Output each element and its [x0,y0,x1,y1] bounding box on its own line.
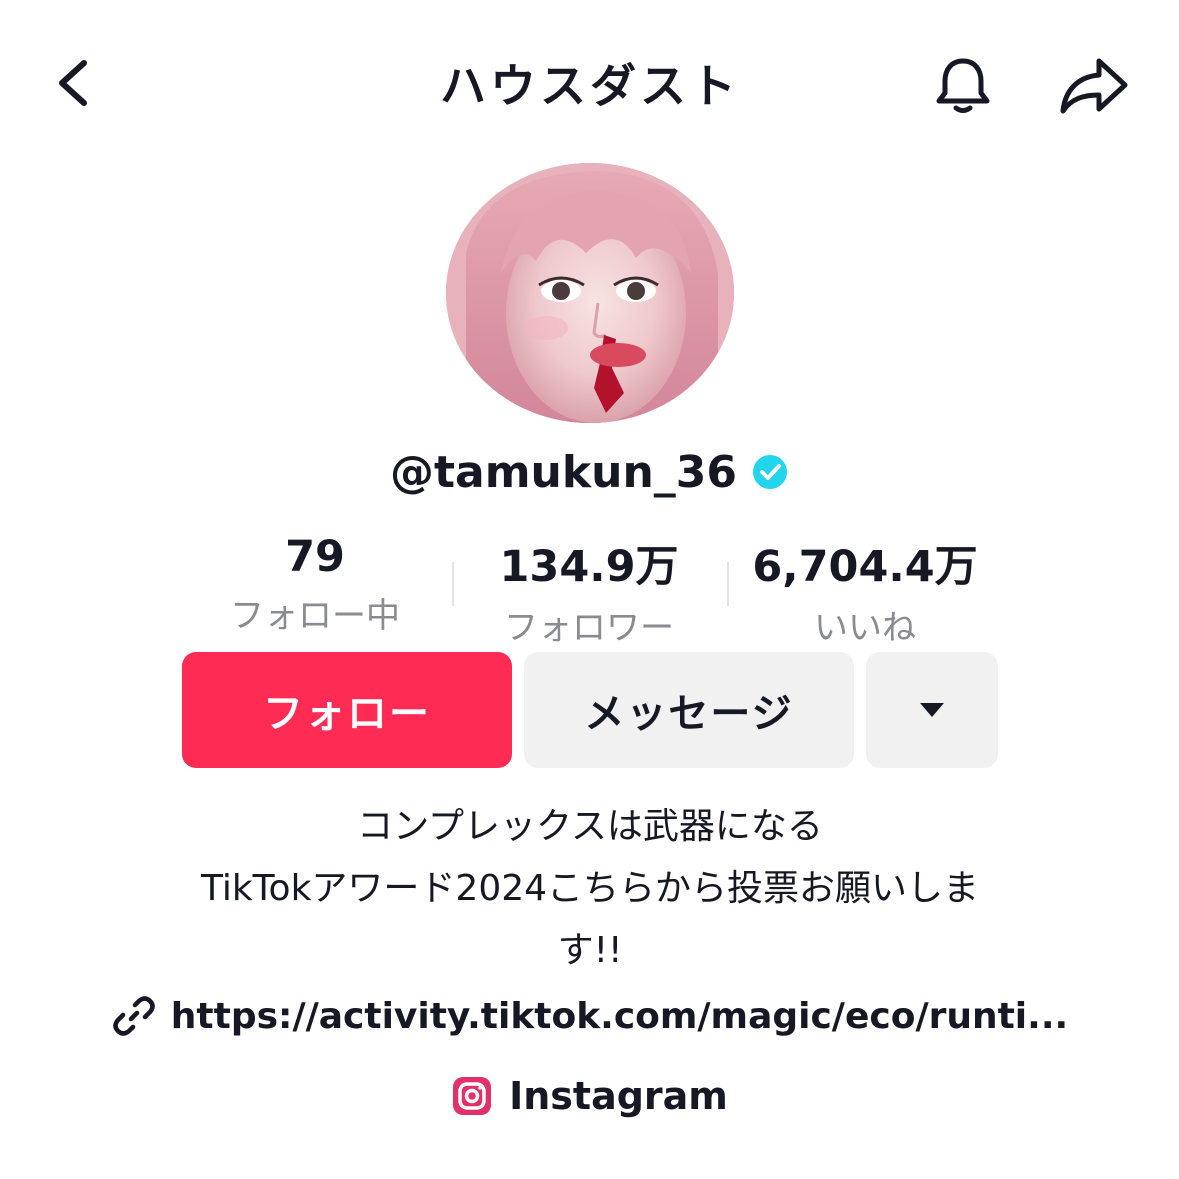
notification-bell-button[interactable] [926,48,1000,122]
bio-line: TikTokアワード2024こちらから投票お願いしま [200,868,980,909]
profile-stats: 79 フォロー中 134.9万 フォロワー 6,704.4万 いいね [0,532,1179,648]
stat-divider [727,562,729,606]
avatar[interactable] [446,163,734,423]
verified-badge-icon [753,455,788,489]
bio-link[interactable]: https://activity.tiktok.com/magic/eco/ru… [0,986,1179,1046]
back-button[interactable] [36,48,106,118]
followers-label: フォロワー [504,608,674,648]
stat-followers[interactable]: 134.9万 フォロワー [484,532,694,649]
stat-following[interactable]: 79 フォロー中 [210,532,420,637]
likes-count: 6,704.4万 [752,542,978,592]
likes-label: いいね [814,608,916,648]
message-button[interactable]: メッセージ [524,652,854,768]
bio-line: コンプレックスは武器になる [357,806,823,847]
link-icon [113,996,155,1036]
follow-button[interactable]: フォロー [182,652,512,768]
stat-likes[interactable]: 6,704.4万 いいね [740,532,990,649]
bio-line: す!! [557,930,623,971]
instagram-icon [453,1077,492,1115]
share-arrow-icon [1060,58,1128,114]
instagram-link[interactable]: Instagram [0,1066,1179,1126]
bell-icon [936,58,990,113]
following-label: フォロー中 [230,596,400,636]
followers-count: 134.9万 [499,542,679,592]
chevron-left-icon [59,60,87,106]
username: @tamukun_36 [389,446,738,498]
username-row: @tamukun_36 [0,442,1179,502]
profile-bio: コンプレックスは武器になる TikTokアワード2024こちらから投票お願いしま… [120,796,1060,982]
caret-down-icon [920,703,944,717]
stat-divider [452,562,454,606]
page-title: ハウスダスト [440,59,740,113]
bio-link-text[interactable]: https://activity.tiktok.com/magic/eco/ru… [171,996,1068,1037]
top-bar: ハウスダスト [0,0,1179,170]
following-count: 79 [285,532,345,582]
profile-photo [446,163,734,423]
share-button[interactable] [1054,48,1134,122]
instagram-label[interactable]: Instagram [509,1074,728,1118]
more-options-button[interactable] [866,652,998,768]
